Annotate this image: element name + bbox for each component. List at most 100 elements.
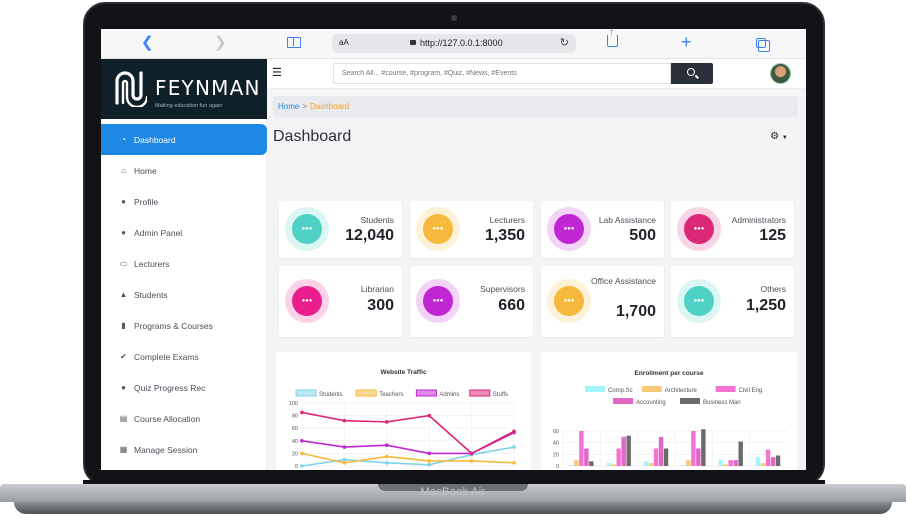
sidebar-item-label: Complete Exams [134, 351, 199, 362]
text-size-button[interactable]: aA [339, 38, 349, 47]
bar [765, 449, 771, 466]
breadcrumb-home-link[interactable]: Home [278, 102, 299, 111]
user-icon: ● [121, 228, 126, 237]
users-icon: ●●● [285, 279, 329, 323]
data-point [385, 443, 389, 448]
sidebar-item-admin-panel[interactable]: ● Admin Panel [101, 217, 267, 248]
webcam [451, 15, 457, 21]
bar [626, 435, 631, 466]
data-point [385, 454, 389, 459]
brand-header: FEYNMAN Making education fun again [101, 59, 267, 119]
data-point [300, 439, 304, 443]
reader-icon[interactable] [287, 37, 301, 48]
browser-toolbar: ❮ ❯ aA http://127.0.0.1:8000 ↻ + [101, 29, 806, 59]
share-icon[interactable] [607, 29, 618, 47]
enrollment-chart: Comp.Sc Architecture Civil Eng Accounting Bu… [553, 386, 787, 470]
breadcrumb-current: Dashboard [310, 102, 350, 111]
forward-icon[interactable]: ❯ [214, 35, 227, 51]
book-icon: ▮ [121, 321, 126, 330]
users-icon: ●●● [677, 279, 721, 323]
menu-toggle-icon[interactable]: ☰ [272, 66, 282, 79]
data-point [512, 461, 516, 465]
bar [616, 448, 621, 466]
legend-swatch [469, 389, 491, 397]
stat-card[interactable]: ●●● Lecturers 1,350 [410, 201, 533, 258]
legend-label: Accounting [636, 400, 666, 406]
legend-label: Teachers [379, 392, 403, 398]
legend-label: Architecture [665, 388, 698, 394]
legend-swatch [680, 398, 700, 404]
main-content: Home > Dashboard Dashboard ⚙ ▼ ●●● Students… [267, 89, 806, 470]
sidebar-item-students[interactable]: ▲ Students [101, 279, 267, 310]
sidebar-item-manage-session[interactable]: ▦ Manage Session [101, 434, 267, 465]
record-icon: ● [121, 383, 126, 392]
legend-swatch [715, 386, 736, 392]
sidebar-item-complete-exams[interactable]: ✔ Complete Exams [101, 341, 267, 372]
sidebar-item-course-allocation[interactable]: ▤ Course Allocation [101, 403, 267, 434]
sidebar-item-profile[interactable]: ● Profile [101, 186, 267, 217]
stat-value: 1,700 [615, 303, 656, 320]
data-point [427, 413, 431, 418]
stat-card[interactable]: ●●● Administrators 125 [671, 201, 794, 258]
stat-card[interactable]: ●●● Supervisors 660 [410, 266, 533, 337]
url-text: http://127.0.0.1:8000 [420, 38, 503, 48]
breadcrumb-separator: > [302, 102, 308, 111]
feynman-logo-icon [115, 71, 147, 107]
y-tick-label: 40 [553, 441, 559, 447]
tabs-overview-icon[interactable] [756, 38, 770, 52]
stat-card[interactable]: ●●● Others 1,250 [671, 266, 794, 337]
legend-swatch [585, 386, 605, 392]
data-point [300, 464, 304, 468]
stat-value: 1,350 [484, 227, 525, 244]
stat-value: 1,250 [745, 297, 786, 314]
data-point [469, 459, 474, 463]
series-line [301, 431, 515, 455]
sidebar-item-home[interactable]: ⌂ Home [101, 155, 267, 186]
stat-value: 660 [498, 297, 525, 314]
stat-card[interactable]: ●●● Librarian 300 [279, 266, 402, 337]
bar [648, 463, 654, 466]
sidebar-item-label: Lecturers [134, 258, 170, 269]
legend-swatch [415, 389, 437, 397]
users-icon: ●●● [416, 207, 460, 251]
sidebar-item-lecturers[interactable]: ▭ Lecturers [101, 248, 267, 279]
bar [718, 460, 723, 466]
sidebar-item-label: Students [134, 289, 168, 300]
chalkboard-icon: ▭ [119, 259, 128, 268]
bar [606, 463, 611, 466]
sidebar-item-label: Manage Session [134, 444, 198, 455]
avatar[interactable] [770, 63, 791, 84]
stat-label: Others [760, 284, 786, 294]
reload-icon[interactable]: ↻ [560, 36, 569, 49]
sidebar-item-dashboard[interactable]: ◔ Dashboard [101, 124, 267, 155]
bar [663, 448, 669, 466]
back-icon[interactable]: ❮ [141, 35, 154, 51]
y-tick-label: 60 [292, 426, 298, 432]
bar [723, 464, 728, 466]
page-title: Dashboard [273, 128, 352, 145]
sidebar-item-programs-courses[interactable]: ▮ Programs & Courses [101, 310, 267, 341]
bar [574, 460, 579, 466]
search-button[interactable] [671, 63, 713, 84]
bar [584, 448, 589, 466]
settings-dropdown[interactable]: ⚙ ▼ [761, 127, 797, 147]
bar [658, 436, 664, 466]
bar [738, 441, 743, 466]
stat-value: 500 [629, 227, 656, 244]
sidebar-item-label: Dashboard [134, 134, 176, 145]
sidebar-item-label: Course Allocation [134, 413, 201, 424]
stat-card[interactable]: ●●● Students 12,040 [279, 201, 402, 258]
data-point [300, 451, 304, 456]
stat-card[interactable]: ●●● Office Assistance 1,700 [541, 266, 664, 337]
bar [653, 448, 659, 466]
address-bar[interactable]: aA http://127.0.0.1:8000 ↻ [332, 34, 576, 53]
sidebar-item-quiz-progress[interactable]: ● Quiz Progress Rec [101, 372, 267, 403]
bar [643, 461, 649, 466]
y-tick-label: 100 [289, 401, 298, 407]
stat-card[interactable]: ●●● Lab Assistance 500 [541, 201, 664, 258]
new-tab-icon[interactable]: + [681, 32, 692, 53]
brand-tagline: Making education fun again [155, 103, 223, 109]
users-icon: ●●● [547, 207, 591, 251]
calendar-icon: ▦ [119, 445, 128, 454]
search-input[interactable] [333, 63, 671, 84]
